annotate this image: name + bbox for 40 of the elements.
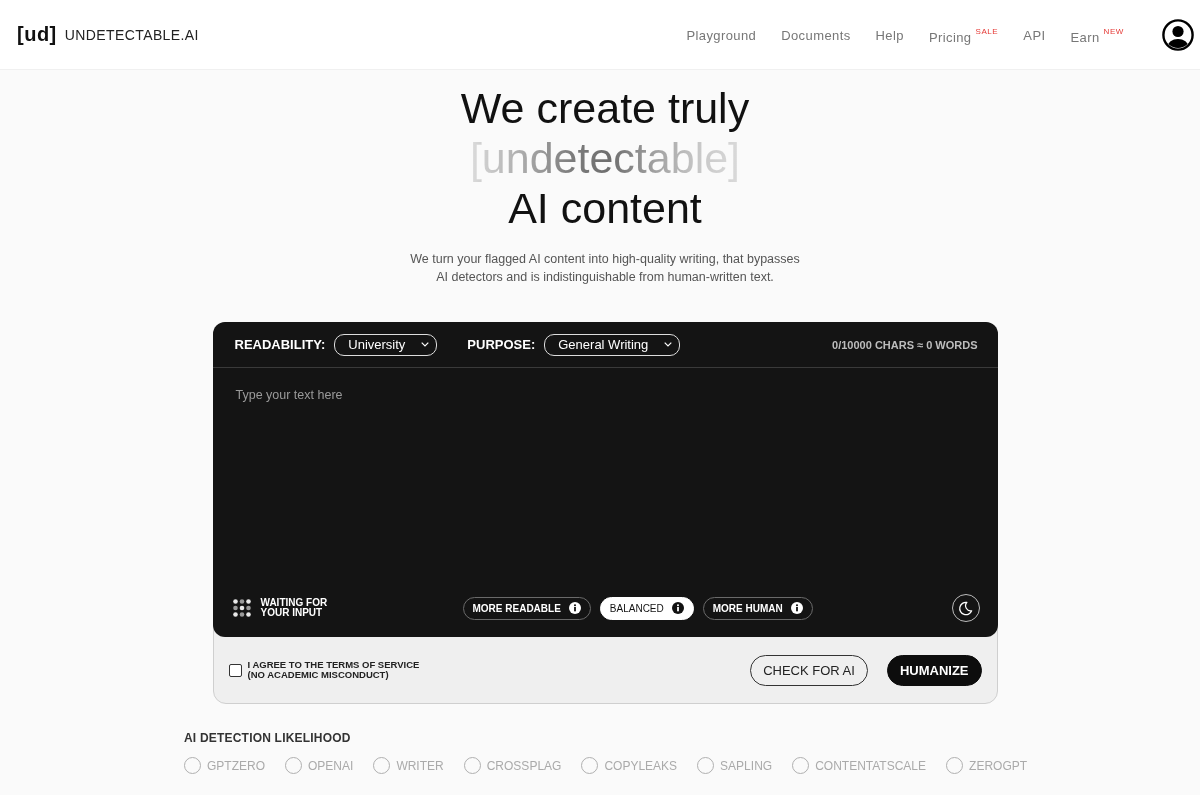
- nav-link[interactable]: Playground: [686, 26, 757, 43]
- info-icon: [790, 602, 803, 614]
- terms-label: I AGREE TO THE TERMS OF SERVICE (NO ACADEMIC MISCONDUCT): [247, 660, 421, 680]
- detector-name: CONTENTATSCALE: [815, 758, 927, 773]
- detector-name: ZEROGPT: [969, 758, 1028, 773]
- logo-mark[interactable]: [ud]: [17, 23, 57, 46]
- detector-name: SAPLING: [720, 758, 773, 773]
- nav-link[interactable]: Help: [875, 26, 904, 43]
- detector-name: CROSSPLAG: [486, 758, 562, 773]
- dropdown-select[interactable]: General Writing: [544, 333, 681, 356]
- nav-link[interactable]: Documents: [781, 26, 851, 43]
- promo-label: SALE: [975, 26, 999, 36]
- text-editor-panel[interactable]: READABILITY: University PURPOSE: General Writing 0/10000 CHARS ≈ 0 WORDS Type your text here WAITING FOR YOUR INPUT MORE READABLE BALANCED MORE HUMAN: [212, 322, 998, 637]
- info-icon: [568, 602, 581, 614]
- dropdown-select[interactable]: University: [334, 333, 438, 356]
- nav-link[interactable]: API: [1023, 26, 1046, 43]
- info-icon: [671, 602, 684, 614]
- terms-checkbox[interactable]: [228, 663, 242, 677]
- avatar-icon[interactable]: [1162, 18, 1194, 51]
- setting-label: PURPOSE:: [467, 337, 536, 352]
- brand-name: UNDETECTABLE.AI: [64, 26, 199, 43]
- chevron-down-icon: [421, 342, 430, 347]
- mode-tab[interactable]: BALANCED: [599, 596, 694, 620]
- dots-grid-icon: [232, 599, 251, 617]
- detector-name: WRITER: [396, 758, 444, 773]
- detector-name: OPENAI: [308, 758, 354, 773]
- detector-name: GPTZERO: [207, 758, 265, 773]
- char-counter: 0/10000 CHARS ≈ 0 WORDS: [832, 338, 978, 351]
- section-heading: AI DETECTION LIKELIHOOD: [184, 731, 352, 745]
- tagline: We turn your flagged AI content into high-quality writing, that bypasses AI detectors and is indistinguishable from human-written text.: [409, 251, 801, 286]
- promo-label: NEW: [1103, 26, 1124, 36]
- headline: We create truly [undetectable] AI content: [460, 83, 750, 233]
- detector-name: COPYLEAKS: [604, 758, 678, 773]
- setting-label: READABILITY:: [234, 337, 326, 352]
- moon-icon: [958, 600, 973, 616]
- humanize-button[interactable]: HUMANIZE: [886, 654, 982, 686]
- chevron-down-icon: [664, 342, 673, 347]
- status-text: WAITING FOR YOUR INPUT: [260, 598, 329, 618]
- nav-link[interactable]: Earn $^{NEW}$: [1070, 24, 1124, 45]
- nav-link[interactable]: Pricing $^{SALE}$: [928, 24, 999, 45]
